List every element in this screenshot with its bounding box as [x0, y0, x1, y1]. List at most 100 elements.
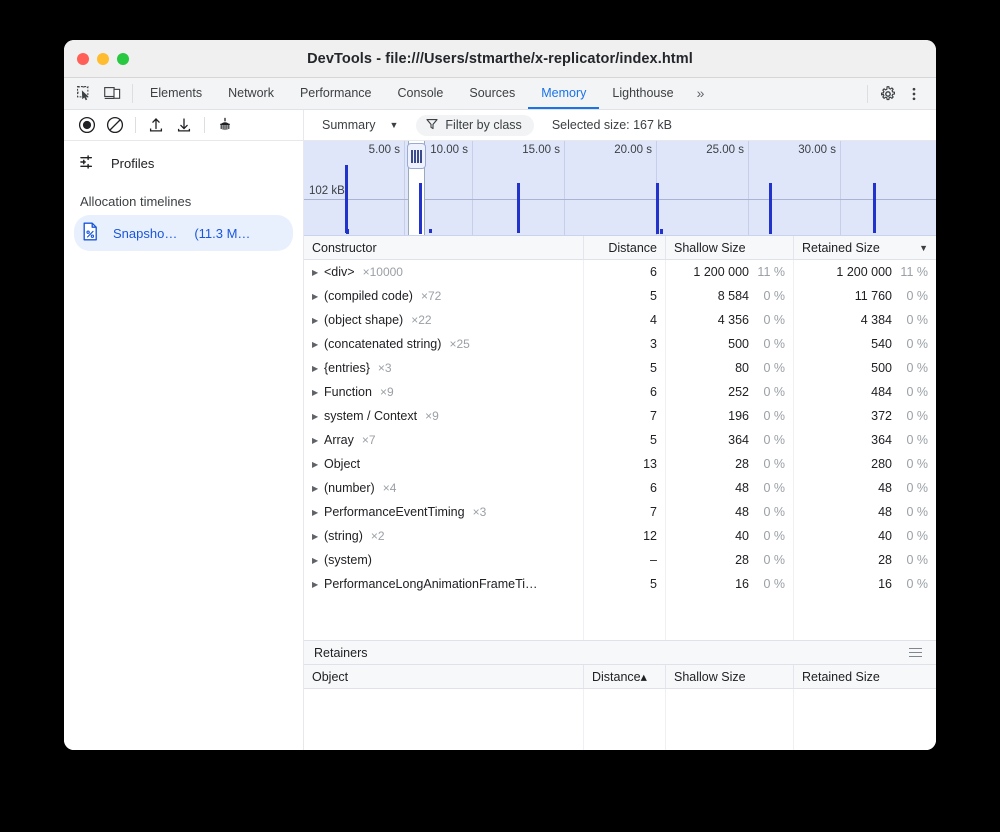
- view-select[interactable]: Summary ▼: [318, 116, 402, 134]
- expand-triangle-icon[interactable]: ▶: [312, 412, 324, 421]
- load-profile-icon[interactable]: [143, 113, 169, 137]
- record-icon[interactable]: [74, 113, 100, 137]
- table-row[interactable]: ▶(number)×46480 %480 %: [304, 476, 936, 500]
- constructor-name: Array: [324, 433, 354, 447]
- tab-performance[interactable]: Performance: [287, 78, 385, 109]
- column-header-distance[interactable]: Distance: [584, 236, 666, 259]
- tab-elements-label: Elements: [150, 86, 202, 100]
- constructor-name: (string): [324, 529, 363, 543]
- device-toolbar-icon[interactable]: [102, 85, 122, 103]
- retainers-column-header-retained-size[interactable]: Retained Size: [794, 665, 936, 688]
- expand-triangle-icon[interactable]: ▶: [312, 268, 324, 277]
- cell-distance: 12: [584, 524, 666, 548]
- expand-triangle-icon[interactable]: ▶: [312, 340, 324, 349]
- size-percent: 0 %: [892, 577, 928, 591]
- timeline-tick-label: 20.00 s: [614, 144, 656, 156]
- tab-elements[interactable]: Elements: [137, 78, 215, 109]
- tab-network[interactable]: Network: [215, 78, 287, 109]
- retainers-column-header-shallow-size-label: Shallow Size: [674, 670, 746, 684]
- timeline-allocation-bar: [656, 183, 659, 234]
- column-header-shallow-size[interactable]: Shallow Size: [666, 236, 794, 259]
- table-row[interactable]: ▶Function×962520 %4840 %: [304, 380, 936, 404]
- save-profile-icon[interactable]: [171, 113, 197, 137]
- sidebar-item-snapshot[interactable]: Snapsho… (11.3 M…: [74, 215, 293, 251]
- column-header-constructor[interactable]: Constructor: [304, 236, 584, 259]
- table-row[interactable]: ▶(compiled code)×7258 5840 %11 7600 %: [304, 284, 936, 308]
- constructor-name: PerformanceLongAnimationFrameTi…: [324, 577, 538, 591]
- expand-triangle-icon[interactable]: ▶: [312, 292, 324, 301]
- settings-gear-icon[interactable]: [876, 82, 900, 106]
- size-percent: 0 %: [749, 577, 785, 591]
- table-row[interactable]: ▶(system)–280 %280 %: [304, 548, 936, 572]
- size-value: 11 760: [855, 289, 892, 303]
- tab-sources[interactable]: Sources: [456, 78, 528, 109]
- tab-overflow-chevron-icon[interactable]: »: [687, 78, 714, 109]
- inspect-element-icon[interactable]: [74, 85, 94, 103]
- timeline-gridline: [840, 141, 841, 235]
- timeline-selection-handle[interactable]: [407, 143, 426, 169]
- table-row[interactable]: ▶PerformanceEventTiming×37480 %480 %: [304, 500, 936, 524]
- retainers-grid-body[interactable]: [304, 689, 936, 750]
- size-percent: 11 %: [749, 265, 785, 279]
- size-percent: 0 %: [749, 505, 785, 519]
- column-header-retained-size[interactable]: Retained Size ▼: [794, 236, 936, 259]
- table-row[interactable]: ▶(string)×212400 %400 %: [304, 524, 936, 548]
- retainers-column-header-distance-label: Distance▴: [592, 669, 647, 684]
- tab-sources-label: Sources: [469, 86, 515, 100]
- expand-triangle-icon[interactable]: ▶: [312, 316, 324, 325]
- timeline-allocation-bar: [769, 183, 772, 234]
- retainers-column-header-distance[interactable]: Distance▴: [584, 665, 666, 688]
- expand-triangle-icon[interactable]: ▶: [312, 460, 324, 469]
- size-percent: 0 %: [749, 529, 785, 543]
- expand-triangle-icon[interactable]: ▶: [312, 388, 324, 397]
- expand-triangle-icon[interactable]: ▶: [312, 364, 324, 373]
- allocation-timeline-chart[interactable]: 5.00 s10.00 s15.00 s20.00 s25.00 s30.00 …: [304, 141, 936, 236]
- expand-triangle-icon[interactable]: ▶: [312, 508, 324, 517]
- expand-triangle-icon[interactable]: ▶: [312, 532, 324, 541]
- size-value: 484: [871, 385, 892, 399]
- filter-by-class-input[interactable]: Filter by class: [416, 115, 533, 136]
- cell-retained-size: 3720 %: [794, 404, 936, 428]
- constructor-name: Object: [324, 457, 360, 471]
- retainers-column-header-object[interactable]: Object: [304, 665, 584, 688]
- size-percent: 0 %: [749, 337, 785, 351]
- size-value: 48: [735, 481, 749, 495]
- size-value: 252: [728, 385, 749, 399]
- table-row[interactable]: ▶Array×753640 %3640 %: [304, 428, 936, 452]
- table-row[interactable]: ▶(object shape)×2244 3560 %4 3840 %: [304, 308, 936, 332]
- retainers-column-header-shallow-size[interactable]: Shallow Size: [666, 665, 794, 688]
- sidebar-item-profiles[interactable]: Profiles: [64, 147, 303, 180]
- devtools-body: Profiles Allocation timelines Snapsho… (…: [64, 141, 936, 750]
- tab-console[interactable]: Console: [385, 78, 457, 109]
- cell-constructor: ▶(concatenated string)×25: [304, 332, 584, 356]
- expand-triangle-icon[interactable]: ▶: [312, 436, 324, 445]
- timeline-gridline: [748, 141, 749, 235]
- constructor-grid-body[interactable]: ▶<div>×1000061 200 00011 %1 200 00011 %▶…: [304, 260, 936, 640]
- table-row[interactable]: ▶Object13280 %2800 %: [304, 452, 936, 476]
- table-row[interactable]: ▶(concatenated string)×2535000 %5400 %: [304, 332, 936, 356]
- collect-garbage-icon[interactable]: [212, 113, 238, 137]
- tab-memory[interactable]: Memory: [528, 78, 599, 109]
- table-row[interactable]: ▶{entries}×35800 %5000 %: [304, 356, 936, 380]
- table-row[interactable]: ▶<div>×1000061 200 00011 %1 200 00011 %: [304, 260, 936, 284]
- expand-triangle-icon[interactable]: ▶: [312, 580, 324, 589]
- window-titlebar: DevTools - file:///Users/stmarthe/x-repl…: [64, 40, 936, 78]
- constructor-grid-filler: [304, 596, 936, 640]
- expand-triangle-icon[interactable]: ▶: [312, 556, 324, 565]
- constructor-count: ×4: [383, 481, 397, 495]
- column-header-shallow-size-label: Shallow Size: [674, 241, 746, 255]
- table-row[interactable]: ▶PerformanceLongAnimationFrameTi…5160 %1…: [304, 572, 936, 596]
- tab-lighthouse[interactable]: Lighthouse: [599, 78, 686, 109]
- selected-size-label: Selected size: 167 kB: [552, 118, 672, 132]
- expand-triangle-icon[interactable]: ▶: [312, 484, 324, 493]
- table-row[interactable]: ▶system / Context×971960 %3720 %: [304, 404, 936, 428]
- cell-retained-size: 480 %: [794, 476, 936, 500]
- sidebar-section-allocation-timelines: Allocation timelines: [64, 180, 303, 215]
- clear-icon[interactable]: [102, 113, 128, 137]
- view-select-value: Summary: [322, 118, 375, 132]
- retainers-menu-icon[interactable]: [905, 644, 926, 662]
- tabstrip-tool-icons: [64, 78, 128, 109]
- size-value: 1 200 000: [693, 265, 749, 279]
- cell-shallow-size: 2520 %: [666, 380, 794, 404]
- more-options-icon[interactable]: [902, 82, 926, 106]
